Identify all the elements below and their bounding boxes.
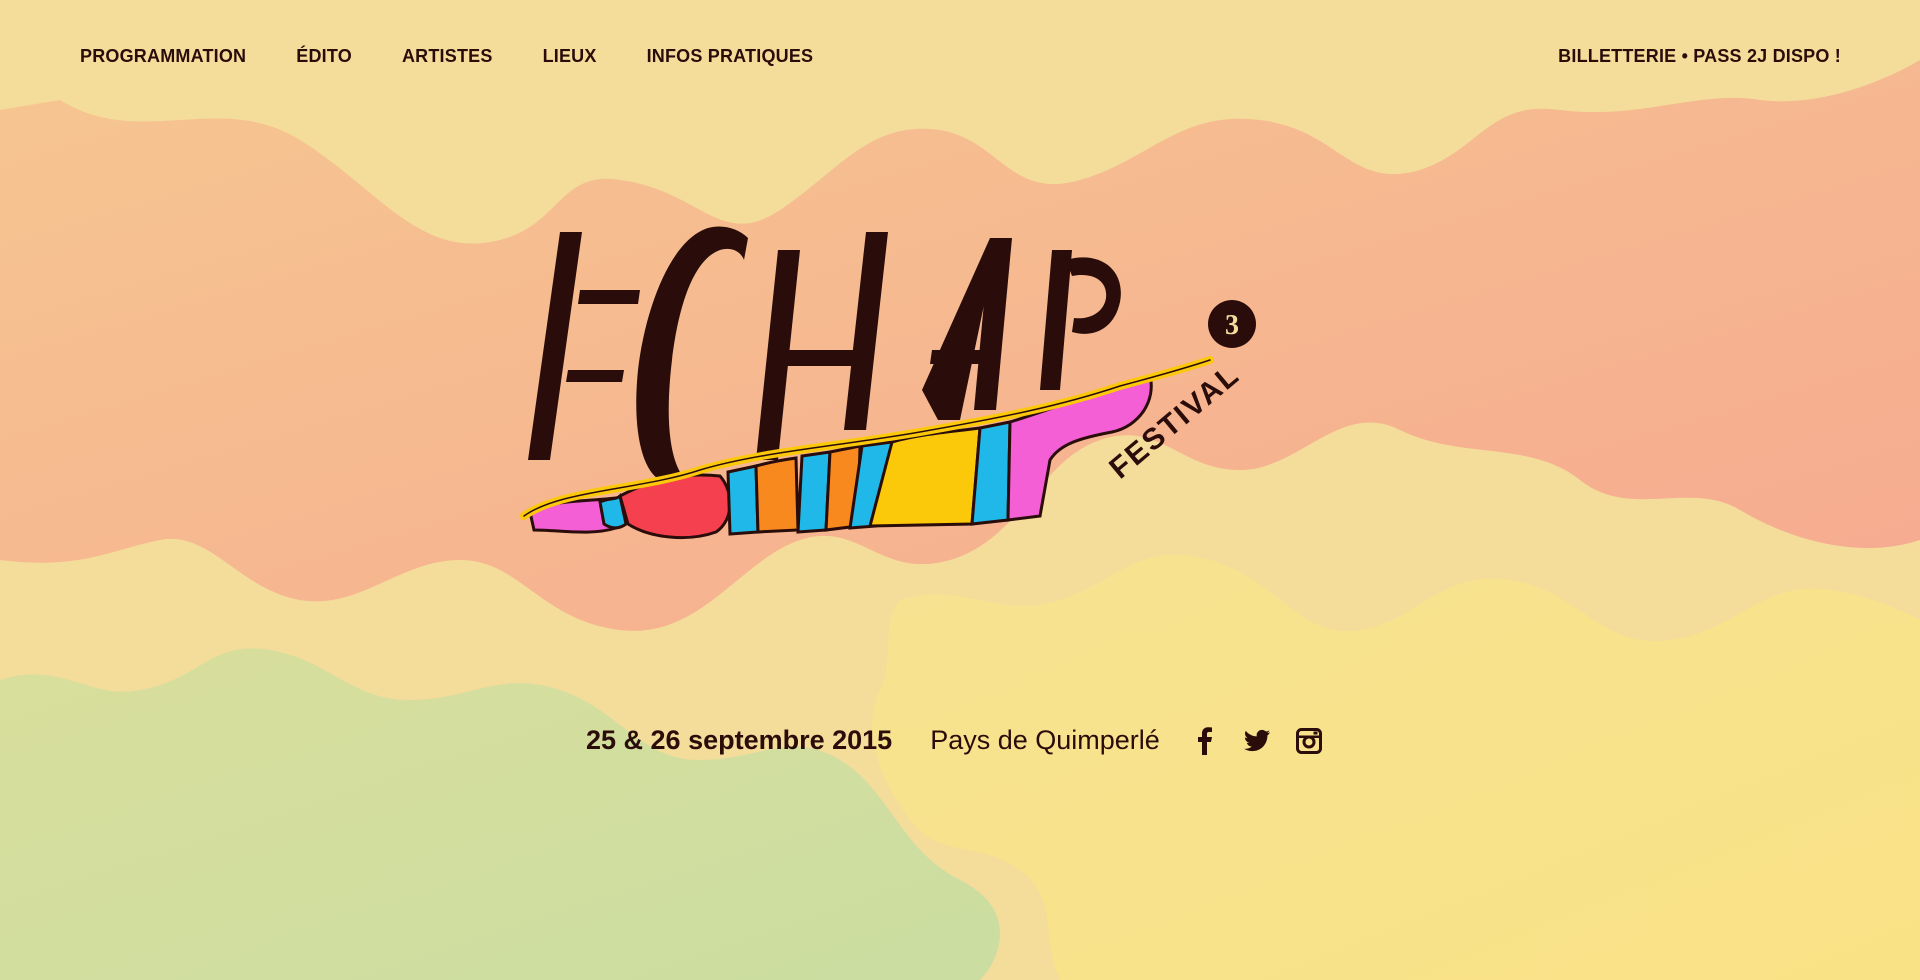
twitter-icon[interactable] [1243, 728, 1270, 754]
nav-item-edito[interactable]: ÉDITO [296, 46, 352, 67]
social-links [1192, 726, 1322, 755]
event-place: Pays de Quimperlé [930, 725, 1160, 755]
main-nav: PROGRAMMATION ÉDITO ARTISTES LIEUX INFOS… [80, 46, 813, 67]
nav-item-infos-pratiques[interactable]: INFOS PRATIQUES [647, 46, 814, 67]
ticketing-link[interactable]: BILLETTERIE • PASS 2J DISPO ! [1558, 46, 1841, 67]
instagram-icon[interactable] [1295, 727, 1322, 754]
nav-item-lieux[interactable]: LIEUX [543, 46, 597, 67]
event-info: 25 & 26 septembre 2015 Pays de Quimperlé [586, 725, 1322, 756]
event-dates: 25 & 26 septembre 2015 [586, 725, 893, 755]
edition-number: 3 [1225, 310, 1239, 341]
nav-item-artistes[interactable]: ARTISTES [402, 46, 493, 67]
festival-logo[interactable]: 3 FESTIVAL [520, 220, 1400, 550]
nav-item-programmation[interactable]: PROGRAMMATION [80, 46, 246, 67]
page: PROGRAMMATION ÉDITO ARTISTES LIEUX INFOS… [0, 0, 1920, 980]
facebook-icon[interactable] [1192, 726, 1218, 755]
